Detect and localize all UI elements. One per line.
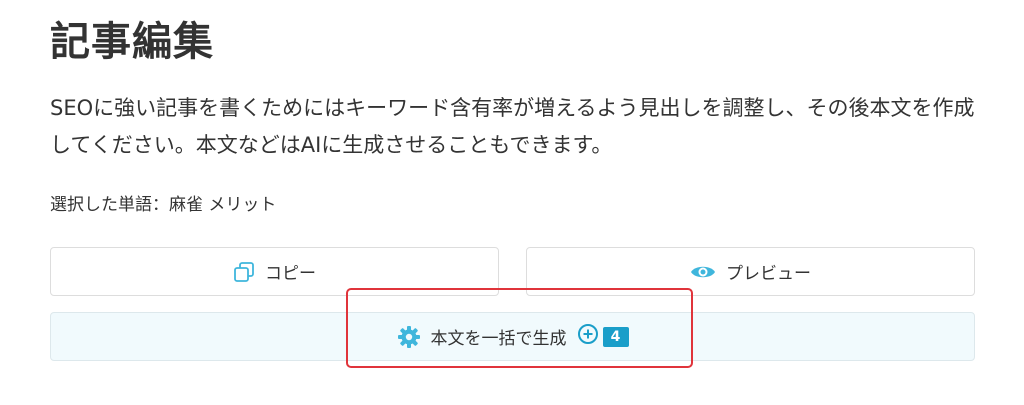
copy-button-label: コピー xyxy=(265,264,316,284)
copy-button[interactable]: コピー xyxy=(50,247,499,296)
generate-button-label: 本文を一括で生成 xyxy=(430,329,567,349)
gear-icon xyxy=(397,325,421,349)
generate-all-body-button[interactable]: 本文を一括で生成 4 xyxy=(50,312,975,361)
page-title: 記事編集 xyxy=(50,19,214,65)
copy-icon xyxy=(233,261,255,283)
preview-button[interactable]: プレビュー xyxy=(526,247,975,296)
credit-indicator: 4 xyxy=(577,323,629,350)
preview-button-label: プレビュー xyxy=(726,264,811,284)
plus-circle-icon xyxy=(577,323,599,350)
page-description: SEOに強い記事を書くためにはキーワード含有率が増えるよう見出しを調整し、その後… xyxy=(50,96,975,157)
article-edit-page: 記事編集 SEOに強い記事を書くためにはキーワード含有率が増えるよう見出しを調整… xyxy=(0,0,1024,405)
eye-icon xyxy=(690,263,716,281)
credit-count-badge: 4 xyxy=(602,326,629,347)
selected-words-label: 選択した単語：麻雀 メリット xyxy=(50,195,277,215)
